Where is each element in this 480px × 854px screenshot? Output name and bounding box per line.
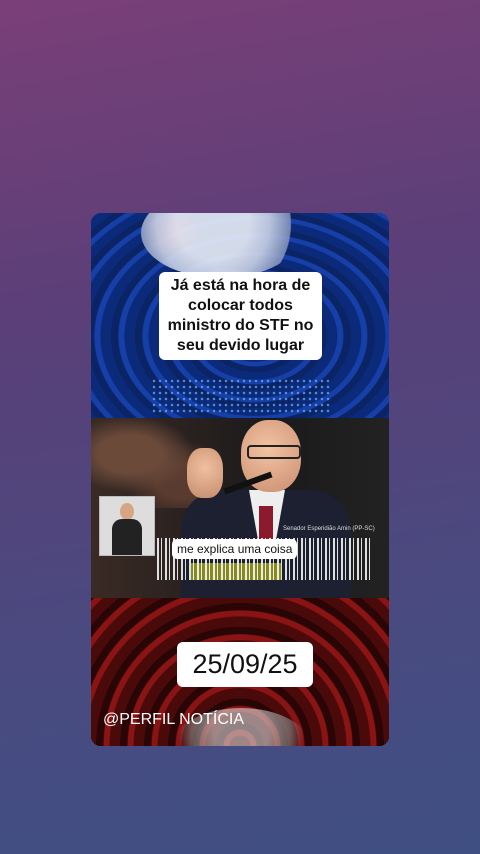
subtitle-caption: me explica uma coisa xyxy=(172,539,298,559)
account-handle: @PERFIL NOTÍCIA xyxy=(103,711,244,728)
story-card[interactable]: Já está na hora de colocar todos ministr… xyxy=(91,213,389,746)
top-globe-banner: Já está na hora de colocar todos ministr… xyxy=(91,213,389,418)
headline-text: Já está na hora de colocar todos ministr… xyxy=(159,272,322,360)
speaker-tie xyxy=(259,506,273,540)
dot-pattern-decoration xyxy=(151,378,331,413)
bottom-red-banner: 25/09/25 @PERFIL NOTÍCIA xyxy=(91,598,389,746)
globe-icon xyxy=(141,213,301,278)
speaker-hand xyxy=(187,448,223,498)
date-badge: 25/09/25 xyxy=(177,642,313,687)
video-frame[interactable]: Senador Esperidião Amin (PP-SC) me expli… xyxy=(91,418,389,598)
interpreter-body xyxy=(112,519,142,555)
interpreter-head xyxy=(120,503,134,520)
speaker-name-tag: Senador Esperidião Amin (PP-SC) xyxy=(283,526,375,532)
sign-language-interpreter xyxy=(99,496,155,556)
speaker-glasses xyxy=(247,445,301,459)
